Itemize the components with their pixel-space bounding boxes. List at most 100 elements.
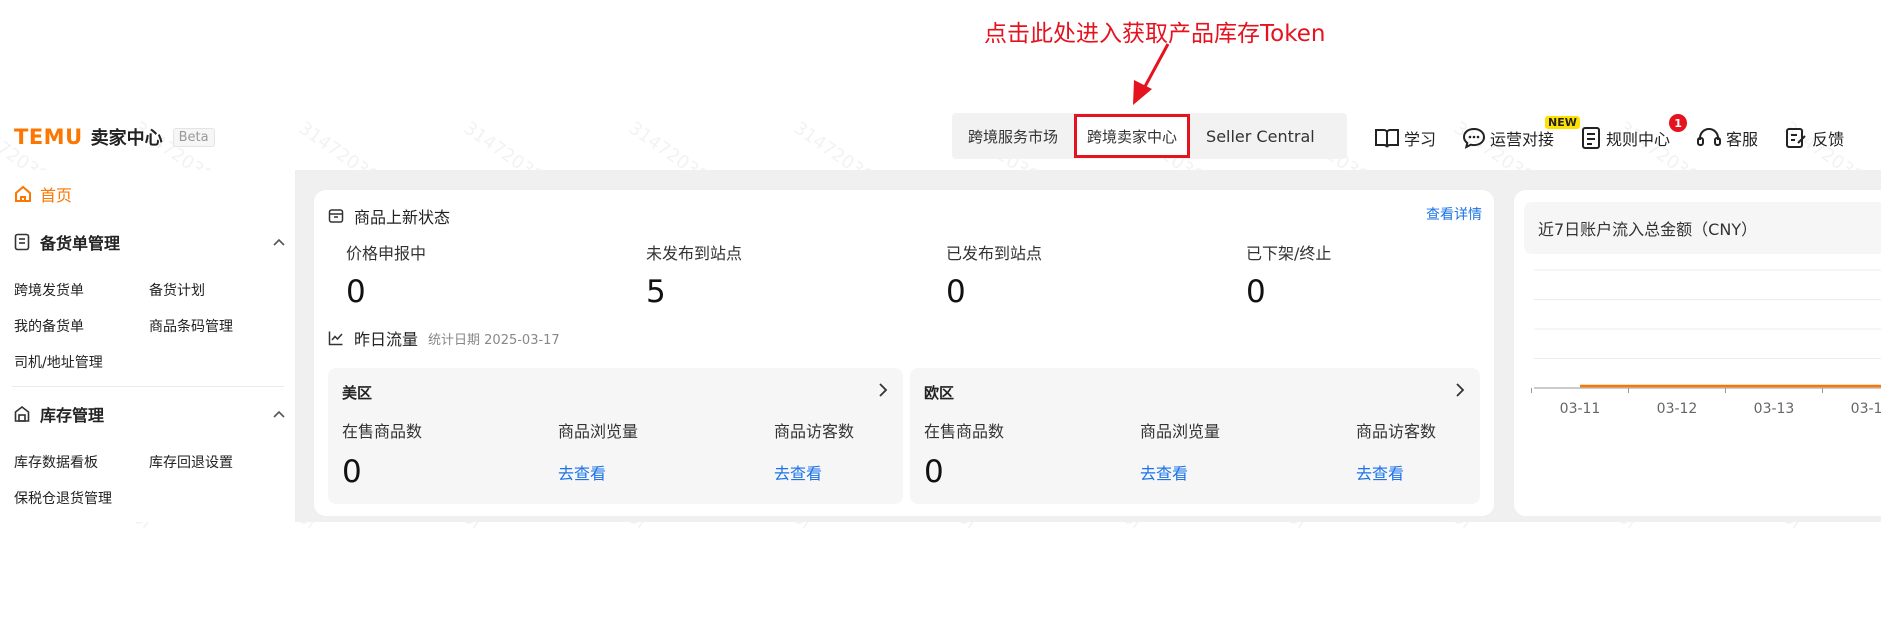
chart-tick-label: 03-14 — [1851, 401, 1881, 417]
rcol-label: 商品浏览量 — [1140, 422, 1221, 441]
stat-not-published[interactable]: 未发布到站点 5 — [646, 240, 742, 310]
rcol-label: 商品浏览量 — [558, 422, 639, 441]
go-view-link[interactable]: 去查看 — [774, 460, 854, 484]
main-content: 商品上新状态 查看详情 价格申报中 0 未发布到站点 5 已发布到站点 0 已下… — [296, 170, 1881, 522]
rcol-label: 在售商品数 — [342, 422, 423, 441]
region-eu-visitors: 商品访客数 去查看 — [1356, 418, 1436, 484]
headset-icon — [1697, 128, 1722, 146]
region-eu-views: 商品浏览量 去查看 — [1140, 418, 1220, 484]
traffic-title: 昨日流量 统计日期 2025-03-17 — [328, 326, 560, 350]
tool-customer-service-label: 客服 — [1726, 130, 1759, 149]
tool-ops-contact-label: 运营对接 — [1490, 130, 1555, 149]
stat-value: 0 — [946, 274, 966, 310]
rcol-label: 商品访客数 — [774, 422, 855, 441]
chevron-right-icon[interactable] — [1454, 382, 1466, 398]
sidebar-group-stock-order-label: 备货单管理 — [40, 234, 121, 253]
stat-label: 价格申报中 — [346, 244, 427, 263]
tool-rule-center[interactable]: 规则中心 1 — [1580, 114, 1688, 150]
annotation-text: 点击此处进入获取产品库存Token — [984, 21, 1326, 47]
stat-value: 0 — [346, 274, 366, 310]
logo-brand: TEMU — [14, 125, 83, 149]
traffic-title-text: 昨日流量 — [354, 330, 419, 349]
switch-cross-border-seller-center[interactable]: 跨境卖家中心 — [1074, 114, 1191, 158]
chart-title: 近7日账户流入总金额（CNY） — [1524, 202, 1881, 254]
chevron-up-icon — [273, 238, 285, 246]
tool-ops-contact[interactable]: 运营对接 NEW — [1462, 116, 1580, 150]
beta-badge: Beta — [172, 127, 215, 147]
go-view-link[interactable]: 去查看 — [1356, 460, 1436, 484]
sidebar-divider — [12, 386, 284, 387]
rcol-value: 0 — [342, 454, 362, 490]
header-toolbar: 学习 运营对接 NEW 规则中心 1 客服 反馈 — [1374, 114, 1870, 158]
view-detail-link[interactable]: 查看详情 — [1426, 204, 1482, 224]
chat-icon — [1463, 127, 1486, 149]
sidebar-item-driver-address[interactable]: 司机/地址管理 — [14, 352, 149, 372]
stat-label: 未发布到站点 — [646, 244, 743, 263]
sidebar-item-stock-plan[interactable]: 备货计划 — [149, 280, 284, 300]
logo[interactable]: TEMU 卖家中心 Beta — [14, 124, 215, 150]
product-status-title: 商品上新状态 — [328, 204, 450, 228]
tool-feedback[interactable]: 反馈 — [1784, 126, 1844, 150]
box-icon — [328, 209, 344, 223]
stat-value: 0 — [1246, 274, 1266, 310]
region-title: 美区 — [342, 384, 373, 402]
tool-feedback-label: 反馈 — [1812, 130, 1845, 149]
stat-label: 已发布到站点 — [946, 244, 1043, 263]
sidebar-item-inventory-rollback[interactable]: 库存回退设置 — [149, 452, 284, 472]
sidebar-group-stock-order-items: 跨境发货单 备货计划 我的备货单 商品条码管理 司机/地址管理 — [14, 280, 284, 372]
tool-customer-service[interactable]: 客服 — [1696, 126, 1758, 150]
feedback-icon — [1786, 128, 1806, 148]
stat-value: 5 — [646, 274, 666, 310]
chart-tick-label: 03-12 — [1657, 401, 1698, 417]
logo-title: 卖家中心 — [90, 128, 163, 149]
sidebar-group-inventory-items: 库存数据看板 库存回退设置 保税仓退货管理 — [14, 452, 284, 508]
sidebar-group-inventory-label: 库存管理 — [40, 406, 105, 425]
sidebar-item-home-label: 首页 — [40, 186, 73, 205]
rcol-label: 商品访客数 — [1356, 422, 1437, 441]
sidebar-item-inventory-dashboard[interactable]: 库存数据看板 — [14, 452, 149, 472]
product-status-title-text: 商品上新状态 — [354, 208, 451, 227]
sidebar: 首页 备货单管理 跨境发货单 备货计划 我的备货单 商品条码管理 司机/地址管理… — [0, 170, 296, 522]
chevron-right-icon[interactable] — [877, 382, 889, 398]
rcol-label: 在售商品数 — [924, 422, 1005, 441]
book-icon — [1375, 129, 1399, 148]
go-view-link[interactable]: 去查看 — [1140, 460, 1220, 484]
top-header: TEMU 卖家中心 Beta 跨境服务市场 跨境卖家中心 Seller Cent… — [0, 110, 1881, 170]
region-title: 欧区 — [924, 384, 955, 402]
product-status-card: 商品上新状态 查看详情 价格申报中 0 未发布到站点 5 已发布到站点 0 已下… — [314, 190, 1494, 516]
sidebar-item-cross-border-shipping[interactable]: 跨境发货单 — [14, 280, 149, 300]
chart-tick-label: 03-13 — [1754, 401, 1795, 417]
switch-seller-central[interactable]: Seller Central — [1190, 113, 1331, 159]
chart-tick-label: 03-11 — [1560, 401, 1601, 417]
switch-service-market[interactable]: 跨境服务市场 — [952, 113, 1074, 159]
rcol-value: 0 — [924, 454, 944, 490]
region-us: 美区 在售商品数 0 商品浏览量 去查看 商品访客数 去查看 — [328, 368, 903, 504]
site-switcher: 跨境服务市场 跨境卖家中心 Seller Central — [952, 113, 1347, 159]
inflow-line-chart: 03-11 03-12 03-13 03-14 — [1531, 269, 1881, 417]
warehouse-icon — [14, 405, 30, 422]
region-us-visitors: 商品访客数 去查看 — [774, 418, 854, 484]
sidebar-group-inventory[interactable]: 库存管理 — [14, 402, 286, 426]
order-icon — [14, 233, 30, 251]
region-us-views: 商品浏览量 去查看 — [558, 418, 638, 484]
tool-learn[interactable]: 学习 — [1374, 126, 1436, 150]
sidebar-group-stock-order[interactable]: 备货单管理 — [14, 230, 286, 254]
tool-learn-label: 学习 — [1404, 130, 1437, 149]
sidebar-item-barcode-management[interactable]: 商品条码管理 — [149, 316, 284, 336]
home-icon — [15, 185, 31, 202]
chevron-up-icon — [273, 410, 285, 418]
region-eu-on-sale: 在售商品数 0 — [924, 418, 1004, 490]
account-inflow-card: 近7日账户流入总金额（CNY） 03-11 03-12 03-13 03-14 — [1514, 190, 1881, 516]
go-view-link[interactable]: 去查看 — [558, 460, 638, 484]
sidebar-item-home[interactable]: 首页 — [14, 182, 72, 206]
trend-chart-icon — [328, 331, 343, 346]
stat-delisted[interactable]: 已下架/终止 0 — [1246, 240, 1331, 310]
sidebar-item-bonded-returns[interactable]: 保税仓退货管理 — [14, 488, 149, 508]
new-badge: NEW — [1545, 116, 1580, 129]
sidebar-item-my-stock-orders[interactable]: 我的备货单 — [14, 316, 149, 336]
notification-badge: 1 — [1669, 114, 1688, 132]
region-eu: 欧区 在售商品数 0 商品浏览量 去查看 商品访客数 去查看 — [910, 368, 1480, 504]
stat-published[interactable]: 已发布到站点 0 — [946, 240, 1042, 310]
stat-price-declaring[interactable]: 价格申报中 0 — [346, 240, 426, 310]
traffic-date: 统计日期 2025-03-17 — [428, 332, 560, 348]
